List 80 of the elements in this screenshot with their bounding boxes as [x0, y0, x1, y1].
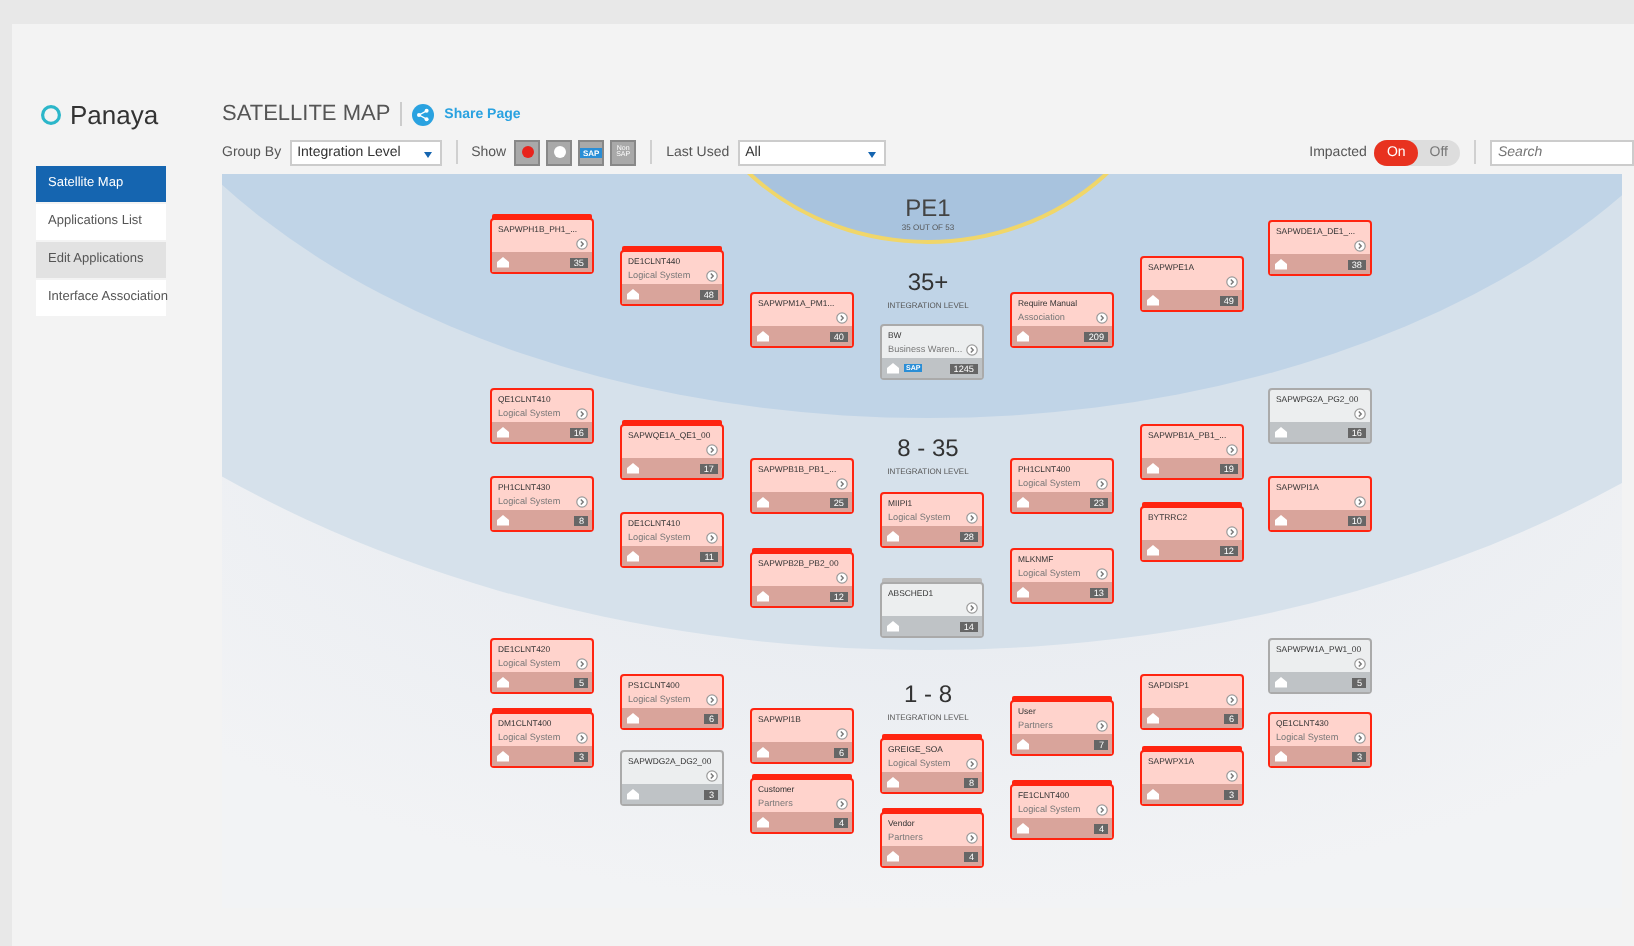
arrow-circle-icon[interactable]: [706, 693, 718, 705]
level-range: 1 - 8: [903, 680, 952, 708]
home-icon: [496, 426, 510, 438]
arrow-circle-icon[interactable]: [1096, 477, 1108, 489]
share-icon[interactable]: [412, 103, 435, 125]
arrow-circle-icon[interactable]: [576, 657, 588, 669]
brand-name: Panaya: [70, 100, 159, 130]
home-icon: [1146, 712, 1160, 724]
arrow-circle-icon[interactable]: [1354, 407, 1366, 419]
home-icon: [886, 620, 900, 632]
arrow-circle-icon[interactable]: [706, 269, 718, 281]
home-icon: [626, 712, 640, 724]
home-icon: [886, 362, 900, 374]
arrow-circle-icon[interactable]: [966, 343, 978, 355]
home-icon: [1274, 750, 1288, 762]
home-icon: [1016, 586, 1030, 598]
arrow-circle-icon[interactable]: [1354, 495, 1366, 507]
home-icon: [756, 746, 770, 758]
home-icon: [1274, 258, 1288, 270]
arrow-circle-icon[interactable]: [966, 757, 978, 769]
center-system-name: PE1: [905, 194, 951, 222]
arrow-circle-icon[interactable]: [966, 831, 978, 843]
home-icon: [496, 256, 510, 268]
home-icon: [1016, 822, 1030, 834]
arrow-circle-icon[interactable]: [576, 495, 588, 507]
home-icon: [626, 550, 640, 562]
arrow-circle-icon[interactable]: [1226, 525, 1238, 537]
home-icon: [1274, 514, 1288, 526]
home-icon: [1016, 738, 1030, 750]
arrow-circle-icon[interactable]: [1226, 443, 1238, 455]
arrow-circle-icon[interactable]: [836, 477, 848, 489]
arrow-circle-icon[interactable]: [576, 731, 588, 743]
home-icon: [886, 530, 900, 542]
home-icon: [1146, 788, 1160, 800]
arrow-circle-icon[interactable]: [1096, 803, 1108, 815]
level-range: 8 - 35: [897, 434, 959, 462]
home-icon: [626, 788, 640, 800]
arrow-circle-icon[interactable]: [1096, 719, 1108, 731]
home-icon: [626, 462, 640, 474]
home-icon: [756, 330, 770, 342]
home-icon: [496, 676, 510, 688]
home-icon: [756, 816, 770, 828]
home-icon: [496, 514, 510, 526]
arrow-circle-icon[interactable]: [1096, 567, 1108, 579]
home-icon: [756, 496, 770, 508]
level-range: 35+: [907, 268, 949, 296]
arrow-circle-icon[interactable]: [836, 727, 848, 739]
home-icon: [496, 750, 510, 762]
home-icon: [886, 776, 900, 788]
arrow-circle-icon[interactable]: [966, 601, 978, 613]
arrow-circle-icon[interactable]: [1096, 311, 1108, 323]
arrow-circle-icon[interactable]: [1226, 275, 1238, 287]
home-icon: [756, 590, 770, 602]
arrow-circle-icon[interactable]: [576, 237, 588, 249]
arrow-circle-icon[interactable]: [706, 531, 718, 543]
home-icon: [1016, 330, 1030, 342]
arrow-circle-icon[interactable]: [966, 511, 978, 523]
logo-ring-icon: [40, 104, 62, 126]
arrow-circle-icon[interactable]: [1354, 731, 1366, 743]
home-icon: [1016, 496, 1030, 508]
home-icon: [886, 850, 900, 862]
arrow-circle-icon[interactable]: [836, 311, 848, 323]
arrow-circle-icon[interactable]: [1354, 239, 1366, 251]
home-icon: [626, 288, 640, 300]
arrow-circle-icon[interactable]: [1226, 769, 1238, 781]
arrow-circle-icon[interactable]: [1226, 693, 1238, 705]
home-icon: [1146, 544, 1160, 556]
arrow-circle-icon[interactable]: [706, 769, 718, 781]
home-icon: [1274, 676, 1288, 688]
hollow-dot-filter-button[interactable]: [546, 139, 573, 165]
arrow-circle-icon[interactable]: [836, 571, 848, 583]
arrow-circle-icon[interactable]: [576, 407, 588, 419]
home-icon: [1274, 426, 1288, 438]
arrow-circle-icon[interactable]: [706, 443, 718, 455]
home-icon: [1146, 462, 1160, 474]
page-title: SATELLITE MAP: [222, 102, 391, 126]
filled-dot-filter-button[interactable]: [514, 139, 541, 165]
arrow-circle-icon[interactable]: [836, 797, 848, 809]
home-icon: [1146, 294, 1160, 306]
arrow-circle-icon[interactable]: [1354, 657, 1366, 669]
